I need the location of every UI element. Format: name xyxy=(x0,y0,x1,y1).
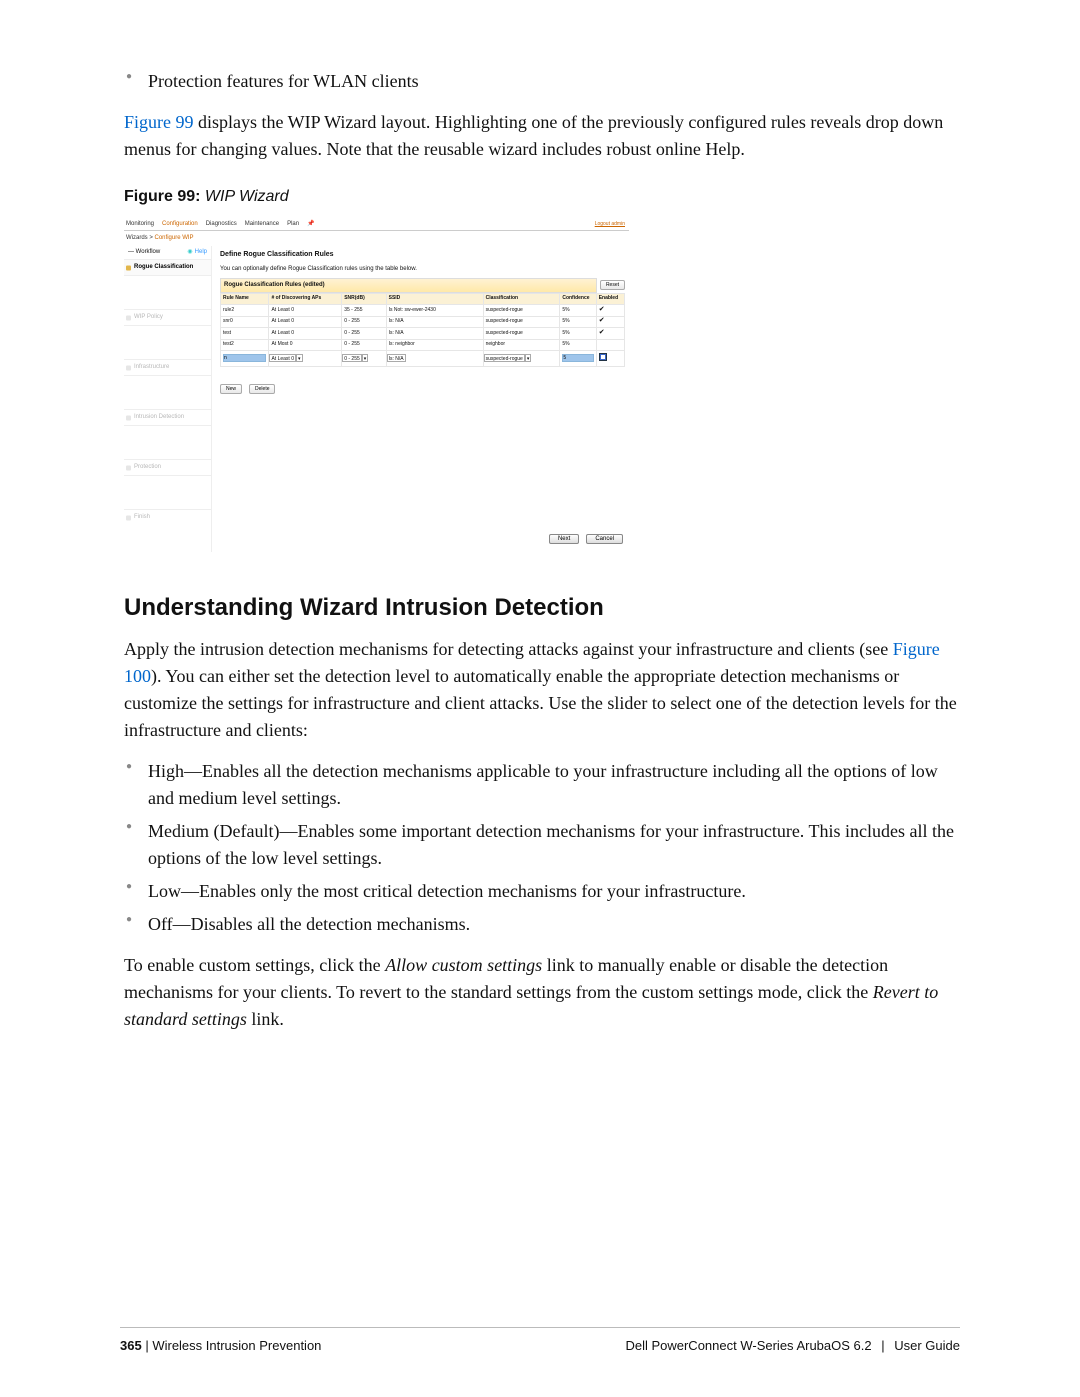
col-ssid: SSID xyxy=(386,293,483,305)
table-row[interactable]: rule2At Least 0 35 - 255Is Not: sw-ewer-… xyxy=(221,305,625,317)
figure-99-link[interactable]: Figure 99 xyxy=(124,112,194,132)
check-icon: ✔ xyxy=(599,330,605,335)
panel-subtitle: You can optionally define Rogue Classifi… xyxy=(220,265,625,274)
intro-bullet: Protection features for WLAN clients xyxy=(124,68,960,95)
footer-section: Wireless Intrusion Prevention xyxy=(152,1338,321,1353)
help-link[interactable]: Help xyxy=(187,248,207,257)
col-conf: Confidence xyxy=(560,293,596,305)
wizard-main: Define Rogue Classification Rules You ca… xyxy=(212,246,629,552)
conf-input[interactable] xyxy=(562,354,593,362)
footer-sep: | xyxy=(881,1338,884,1353)
pin-icon[interactable]: 📌 xyxy=(307,220,314,229)
tab-diagnostics[interactable]: Diagnostics xyxy=(206,220,237,229)
tab-monitoring[interactable]: Monitoring xyxy=(126,220,154,229)
wf-step-protection[interactable]: Protection xyxy=(124,459,211,475)
footer-product: Dell PowerConnect W-Series ArubaOS 6.2 xyxy=(625,1338,871,1353)
fig-desc-text: displays the WIP Wizard layout. Highligh… xyxy=(124,112,943,159)
panel-title: Define Rogue Classification Rules xyxy=(220,250,625,261)
logout-link[interactable]: Logout admin xyxy=(595,221,625,229)
col-snr: SNR(dB) xyxy=(342,293,386,305)
table-row[interactable]: test2At Most 0 0 - 255Is: neighbor neigh… xyxy=(221,339,625,351)
page-number: 365 xyxy=(120,1338,142,1353)
fig-desc-paragraph: Figure 99 displays the WIP Wizard layout… xyxy=(124,109,960,163)
intro-bullets: Protection features for WLAN clients xyxy=(124,68,960,95)
page-footer: 365 | Wireless Intrusion Prevention Dell… xyxy=(120,1327,960,1356)
list-item: High—Enables all the detection mechanism… xyxy=(124,758,960,812)
allow-custom-link-text: Allow custom settings xyxy=(385,955,542,975)
rules-table: Rule Name # of Discovering APs SNR(dB) S… xyxy=(220,293,625,367)
wip-wizard-screenshot: Monitoring Configuration Diagnostics Mai… xyxy=(124,219,629,554)
check-icon: ✔ xyxy=(599,318,605,323)
list-item: Medium (Default)—Enables some important … xyxy=(124,818,960,872)
figure-number: Figure 99: xyxy=(124,188,200,205)
breadcrumb: Wizards > Configure WIP xyxy=(124,231,629,246)
custom-settings-paragraph: To enable custom settings, click the All… xyxy=(124,952,960,1033)
table-row[interactable]: snr0At Least 0 0 - 255Is: N/A suspected-… xyxy=(221,316,625,328)
col-class: Classification xyxy=(483,293,560,305)
section-heading: Understanding Wizard Intrusion Detection xyxy=(124,590,960,626)
figure-title: WIP Wizard xyxy=(200,188,288,205)
check-icon: ✔ xyxy=(599,307,605,312)
disc-select[interactable]: At Least 0 xyxy=(269,354,296,362)
detection-levels-list: High—Enables all the detection mechanism… xyxy=(124,758,960,938)
list-item: Off—Disables all the detection mechanism… xyxy=(124,911,960,938)
page-content: Protection features for WLAN clients Fig… xyxy=(124,68,960,1033)
rule-name-input[interactable] xyxy=(223,354,266,362)
col-enabled: Enabled xyxy=(596,293,624,305)
ssid-select[interactable]: Is: N/A xyxy=(387,354,406,362)
rules-table-wrap: Rogue Classification Rules (edited) Rese… xyxy=(220,278,625,398)
reset-button[interactable]: Reset xyxy=(600,280,625,290)
rules-table-title: Rogue Classification Rules (edited) xyxy=(220,278,597,293)
breadcrumb-prefix: Wizards > xyxy=(126,235,155,241)
delete-button[interactable]: Delete xyxy=(249,384,275,394)
figure-caption: Figure 99: WIP Wizard xyxy=(124,185,960,209)
snr-select[interactable]: 0 - 255 xyxy=(342,354,362,362)
col-rule-name: Rule Name xyxy=(221,293,269,305)
class-select[interactable]: suspected-rogue xyxy=(484,354,525,362)
tab-maintenance[interactable]: Maintenance xyxy=(245,220,279,229)
col-disc-aps: # of Discovering APs xyxy=(269,293,342,305)
tab-configuration[interactable]: Configuration xyxy=(162,220,198,229)
wf-step-finish[interactable]: Finish xyxy=(124,509,211,525)
workflow-heading: — Workflow xyxy=(128,248,160,257)
tab-plan[interactable]: Plan xyxy=(287,220,299,229)
footer-doc: User Guide xyxy=(894,1338,960,1353)
table-row[interactable]: testAt Least 0 0 - 255Is: N/A suspected-… xyxy=(221,328,625,340)
list-item: Low—Enables only the most critical detec… xyxy=(124,878,960,905)
section-intro-paragraph: Apply the intrusion detection mechanisms… xyxy=(124,636,960,744)
workflow-sidebar: — Workflow Help Rogue Classification WIP… xyxy=(124,246,212,552)
wf-step-intrusion[interactable]: Intrusion Detection xyxy=(124,409,211,425)
rules-header-row: Rule Name # of Discovering APs SNR(dB) S… xyxy=(221,293,625,305)
next-button[interactable]: Next xyxy=(549,534,579,544)
cancel-button[interactable]: Cancel xyxy=(586,534,623,544)
table-row-editing[interactable]: At Least 0▾ 0 - 255▾ Is: N/A suspected-r… xyxy=(221,351,625,367)
new-button[interactable]: New xyxy=(220,384,242,394)
breadcrumb-current: Configure WIP xyxy=(155,235,194,241)
wf-step-rogue[interactable]: Rogue Classification xyxy=(124,259,211,275)
wf-step-infra[interactable]: Infrastructure xyxy=(124,359,211,375)
wf-step-wip-policy[interactable]: WIP Policy xyxy=(124,309,211,325)
enabled-checkbox[interactable] xyxy=(599,353,607,361)
shot-top-tabs: Monitoring Configuration Diagnostics Mai… xyxy=(124,219,629,231)
